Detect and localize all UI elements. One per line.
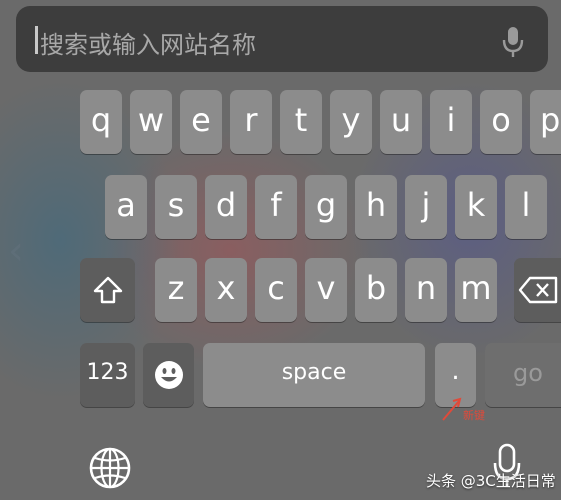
key-x[interactable]: x [205, 258, 247, 322]
key-q[interactable]: q [80, 90, 122, 154]
key-e[interactable]: e [180, 90, 222, 154]
key-w[interactable]: w [130, 90, 172, 154]
key-i[interactable]: i [430, 90, 472, 154]
shift-icon [93, 276, 122, 304]
key-y[interactable]: y [330, 90, 372, 154]
key-v[interactable]: v [305, 258, 347, 322]
key-k[interactable]: k [455, 175, 497, 239]
key-h[interactable]: h [355, 175, 397, 239]
annotation-arrow [442, 397, 462, 421]
key-m[interactable]: m [455, 258, 497, 322]
key-p[interactable]: p [530, 90, 561, 154]
key-t[interactable]: t [280, 90, 322, 154]
key-a[interactable]: a [105, 175, 147, 239]
annotation-label: 新键 [463, 409, 485, 422]
microphone-icon[interactable] [502, 26, 524, 58]
search-bar[interactable]: 搜索或输入网站名称 [16, 6, 548, 72]
backspace-key[interactable] [514, 258, 561, 322]
key-r[interactable]: r [230, 90, 272, 154]
text-cursor [35, 26, 38, 54]
key-d[interactable]: d [205, 175, 247, 239]
emoji-key[interactable] [143, 343, 194, 407]
backspace-icon [518, 276, 557, 304]
key-j[interactable]: j [405, 175, 447, 239]
search-placeholder: 搜索或输入网站名称 [40, 31, 256, 59]
chevron-left-icon: ‹ [8, 228, 24, 274]
key-f[interactable]: f [255, 175, 297, 239]
key-g[interactable]: g [305, 175, 347, 239]
key-c[interactable]: c [255, 258, 297, 322]
numbers-key[interactable]: 123 [80, 343, 135, 407]
space-key[interactable]: space [203, 343, 425, 407]
key-o[interactable]: o [480, 90, 522, 154]
shift-key[interactable] [80, 258, 135, 322]
go-key[interactable]: go [485, 343, 561, 407]
key-s[interactable]: s [155, 175, 197, 239]
emoji-icon [154, 361, 183, 389]
key-z[interactable]: z [155, 258, 197, 322]
watermark: 头条 @3C生活日常 [426, 472, 556, 490]
globe-icon[interactable] [88, 446, 132, 490]
key-l[interactable]: l [505, 175, 547, 239]
key-b[interactable]: b [355, 258, 397, 322]
key-u[interactable]: u [380, 90, 422, 154]
key-n[interactable]: n [405, 258, 447, 322]
